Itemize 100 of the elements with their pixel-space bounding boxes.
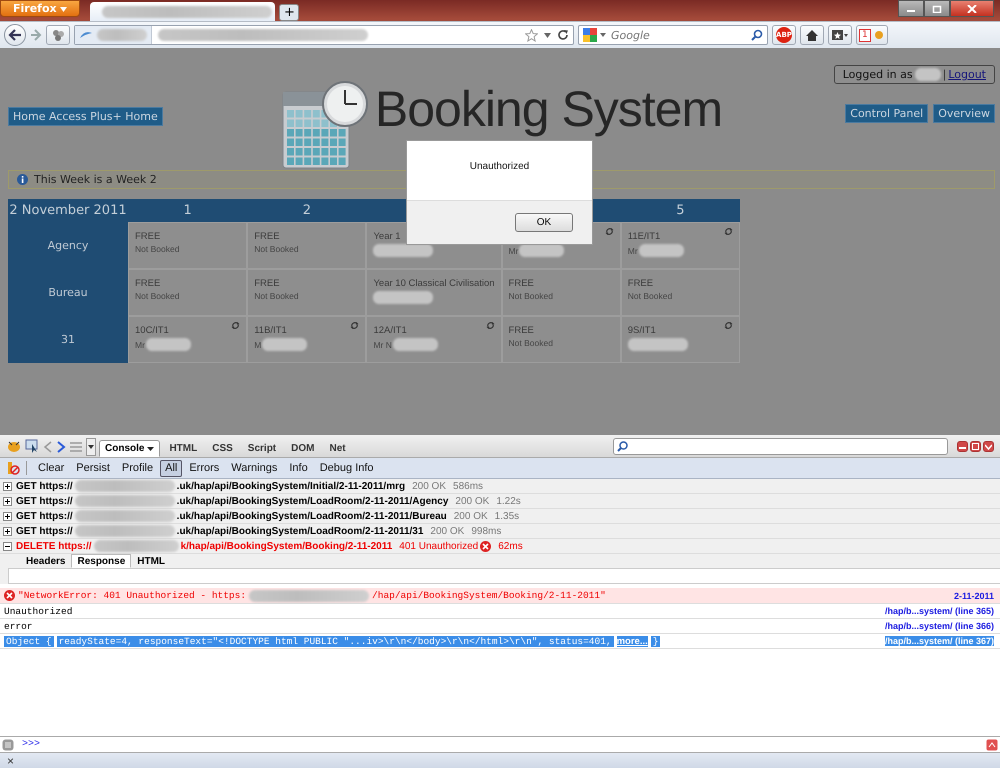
blurred-redaction: [373, 244, 434, 257]
room-heading: 31: [60, 332, 76, 348]
nav-link[interactable]: Overview: [933, 104, 995, 123]
count-badge: 1: [859, 28, 871, 42]
circles-icon: [51, 29, 65, 41]
repeat-icon: [724, 227, 733, 236]
minimize-button[interactable]: [898, 0, 924, 17]
booking-title: FREE: [135, 231, 160, 244]
blurred-redaction: [146, 338, 191, 351]
source-link[interactable]: /hap/b...system/ (line 366): [884, 621, 994, 631]
calendar-clock-icon: [280, 80, 371, 170]
command-prompt: >>>: [22, 739, 40, 750]
search-bar[interactable]: Google: [578, 25, 768, 45]
booking-title: 10C/IT1: [135, 325, 169, 338]
request-method-url: GET https://: [16, 510, 73, 522]
panel-tab[interactable]: CSS: [206, 440, 239, 457]
bug-icon[interactable]: [6, 439, 22, 453]
filter-button[interactable]: Errors: [184, 460, 224, 476]
command-editor-icon[interactable]: [2, 738, 14, 750]
request-row[interactable]: GET https:// .uk/hap/api/BookingSystem/LoadRoom/2-11-2011/Agency 200 OK 1.22s: [0, 494, 1000, 509]
repeat-icon: [350, 321, 360, 330]
request-row[interactable]: GET https:// .uk/hap/api/BookingSystem/LoadRoom/2-11-2011/Bureau 200 OK 1.35s: [0, 509, 1000, 524]
detach-button[interactable]: [970, 440, 981, 452]
request-time: 586ms: [453, 480, 484, 492]
expand-icon[interactable]: [3, 496, 12, 506]
close-button[interactable]: [983, 440, 994, 452]
nav-link[interactable]: Home Access Plus+ Home: [8, 106, 163, 126]
repeat-icon: [604, 227, 614, 236]
minimize-button[interactable]: [957, 440, 968, 452]
log-message: error: [4, 620, 33, 632]
filter-button[interactable]: Debug Info: [314, 460, 379, 476]
home-button[interactable]: [800, 25, 824, 45]
room-heading: Bureau: [47, 285, 89, 301]
filter-button[interactable]: Profile: [116, 460, 158, 476]
request-url: .uk/hap/api/BookingSystem/Initial/2-11-2011/mrg: [176, 480, 406, 492]
nav-link[interactable]: Control Panel: [845, 104, 928, 123]
dropdown-icon[interactable]: [544, 32, 551, 38]
response-tab[interactable]: Response: [71, 554, 132, 568]
reload-icon[interactable]: [557, 29, 569, 41]
extension-button[interactable]: [46, 25, 70, 45]
forward-icon[interactable]: [56, 441, 66, 453]
dropdown-icon[interactable]: [600, 33, 606, 37]
date-heading: 2 November 2011: [8, 202, 128, 220]
booking-note: Mr: [508, 246, 518, 256]
booking-note: M: [254, 340, 262, 350]
source-link[interactable]: /hap/b...system/ (line 365): [884, 606, 994, 616]
close-button[interactable]: ×: [4, 754, 18, 766]
filter-button[interactable]: Clear: [33, 460, 70, 476]
room-heading: Agency: [46, 238, 90, 254]
request-method-url: GET https://: [16, 526, 73, 536]
filter-button[interactable]: All: [160, 460, 182, 476]
clear-console-icon[interactable]: [6, 461, 20, 475]
source-link[interactable]: 2-11-2011: [954, 590, 994, 600]
request-status: 200 OK: [412, 480, 446, 492]
expand-editor-icon[interactable]: [986, 738, 998, 750]
request-row[interactable]: GET https:// .uk/hap/api/BookingSystem/LoadRoom/2-11-2011/31 200 OK 998ms: [0, 524, 1000, 539]
panel-tab[interactable]: Script: [242, 440, 282, 457]
response-tab[interactable]: Headers: [20, 554, 72, 568]
blurred-redaction: [392, 338, 438, 351]
request-method-url: DELETE https://: [16, 540, 92, 552]
star-icon[interactable]: [525, 28, 538, 42]
booking-title: 11B/IT1: [254, 325, 287, 338]
log-message: Unauthorized: [4, 606, 72, 616]
inspect-icon[interactable]: [25, 439, 40, 453]
filter-button[interactable]: Persist: [71, 460, 115, 476]
blurred-redaction: [638, 244, 684, 257]
panel-tab[interactable]: HTML: [163, 440, 204, 457]
close-icon: [967, 4, 977, 12]
panel-tab[interactable]: Net: [323, 440, 352, 457]
back-button[interactable]: [4, 24, 26, 46]
alert-message: Unauthorized: [470, 161, 530, 172]
collapse-icon[interactable]: [3, 542, 12, 550]
new-tab-button[interactable]: +: [279, 4, 300, 21]
request-row[interactable]: GET https:// .uk/hap/api/BookingSystem/Initial/2-11-2011/mrg 200 OK 586ms: [0, 479, 1000, 494]
addon-button[interactable]: 1: [856, 25, 888, 45]
response-tab[interactable]: HTML: [131, 554, 172, 568]
logout-link[interactable]: Logout: [948, 68, 986, 81]
panel-tab[interactable]: Console: [99, 440, 160, 457]
info-icon: [17, 174, 28, 185]
maximize-button[interactable]: [924, 0, 950, 17]
close-button[interactable]: [950, 0, 994, 17]
expand-icon[interactable]: [3, 512, 12, 520]
back-arrow-icon: [8, 29, 22, 41]
bookmarks-button[interactable]: [828, 25, 852, 45]
booking-cell[interactable]: Year 10 Classical Civilisation: [366, 269, 502, 316]
request-time: 62ms: [498, 540, 523, 552]
booking-title: FREE: [628, 278, 654, 291]
dropdown-button[interactable]: [86, 438, 96, 456]
filter-button[interactable]: Warnings: [226, 460, 282, 476]
search-icon[interactable]: [751, 29, 763, 41]
maximize-icon: [932, 4, 942, 12]
search-field[interactable]: [613, 438, 948, 454]
google-icon: [583, 28, 597, 42]
ok-button[interactable]: OK: [515, 213, 573, 232]
request-url: .uk/hap/api/BookingSystem/LoadRoom/2-11-2011/31: [176, 526, 424, 536]
panel-tab[interactable]: DOM: [285, 440, 320, 457]
request-status: 200 OK: [430, 526, 464, 536]
expand-icon[interactable]: [3, 482, 12, 490]
expand-icon[interactable]: [3, 526, 12, 536]
filter-button[interactable]: Info: [284, 460, 313, 476]
